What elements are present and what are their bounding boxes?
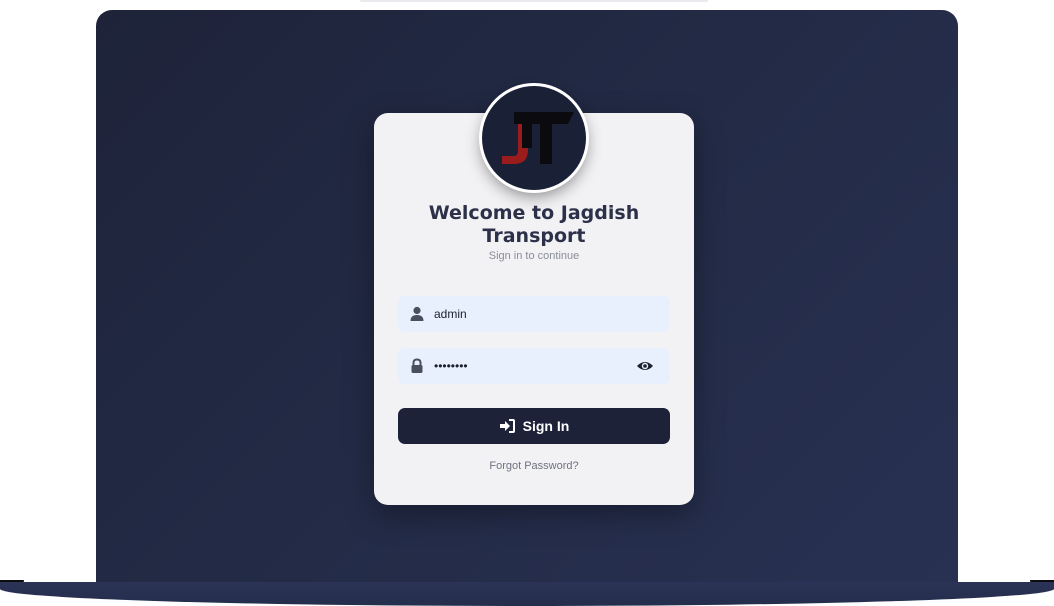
password-input[interactable]: •••••••• <box>434 348 468 384</box>
eye-icon[interactable] <box>636 358 654 374</box>
logo-jt-icon <box>502 112 574 164</box>
title-line-2: Transport <box>482 225 586 247</box>
company-logo <box>482 86 586 190</box>
sign-in-button[interactable]: Sign In <box>398 408 670 444</box>
username-field[interactable]: admin <box>398 296 670 332</box>
device-base <box>0 582 1054 606</box>
page-subtitle: Sign in to continue <box>488 250 580 262</box>
lock-icon <box>408 357 426 375</box>
sign-in-label: Sign In <box>522 418 570 434</box>
title-line-1: Welcome to Jagdish <box>428 202 640 224</box>
forgot-password-link[interactable]: Forgot Password? <box>374 460 694 472</box>
username-input[interactable]: admin <box>434 296 467 332</box>
sign-in-icon <box>499 419 515 433</box>
device-top-notch <box>360 0 708 2</box>
page-title: Welcome to Jagdish Transport <box>374 202 694 248</box>
password-field[interactable]: •••••••• <box>398 348 670 384</box>
user-icon <box>408 305 426 323</box>
